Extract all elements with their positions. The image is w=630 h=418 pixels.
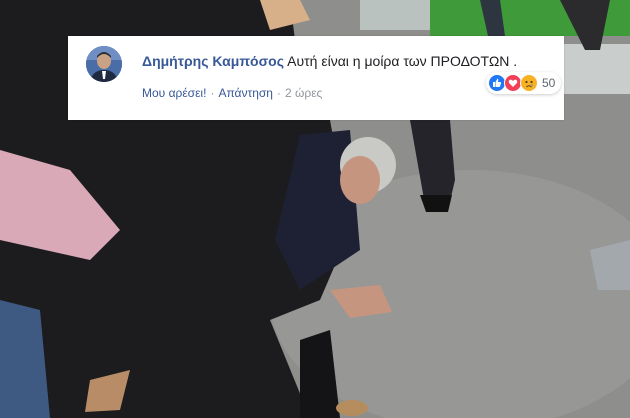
reactions-summary[interactable]: 50	[486, 72, 562, 94]
separator: ·	[210, 86, 215, 100]
author-name-link[interactable]: Δημήτρης Καμπόσος	[142, 53, 284, 69]
comment-text: Αυτή είναι η μοίρα των ΠΡΟΔΟΤΩΝ .	[287, 53, 518, 69]
sad-icon	[520, 74, 538, 92]
comment-text-line: Δημήτρης Καμπόσος Αυτή είναι η μοίρα των…	[142, 52, 552, 70]
like-link[interactable]: Μου αρέσει!	[142, 86, 206, 100]
reaction-count: 50	[542, 76, 556, 90]
comment-timestamp[interactable]: 2 ώρες	[285, 86, 322, 100]
comment-actions: Μου αρέσει! · Απάντηση · 2 ώρες	[142, 86, 322, 100]
author-avatar[interactable]	[86, 46, 122, 82]
reply-link[interactable]: Απάντηση	[218, 86, 273, 100]
separator: ·	[276, 86, 281, 100]
facebook-comment: Δημήτρης Καμπόσος Αυτή είναι η μοίρα των…	[68, 36, 564, 120]
